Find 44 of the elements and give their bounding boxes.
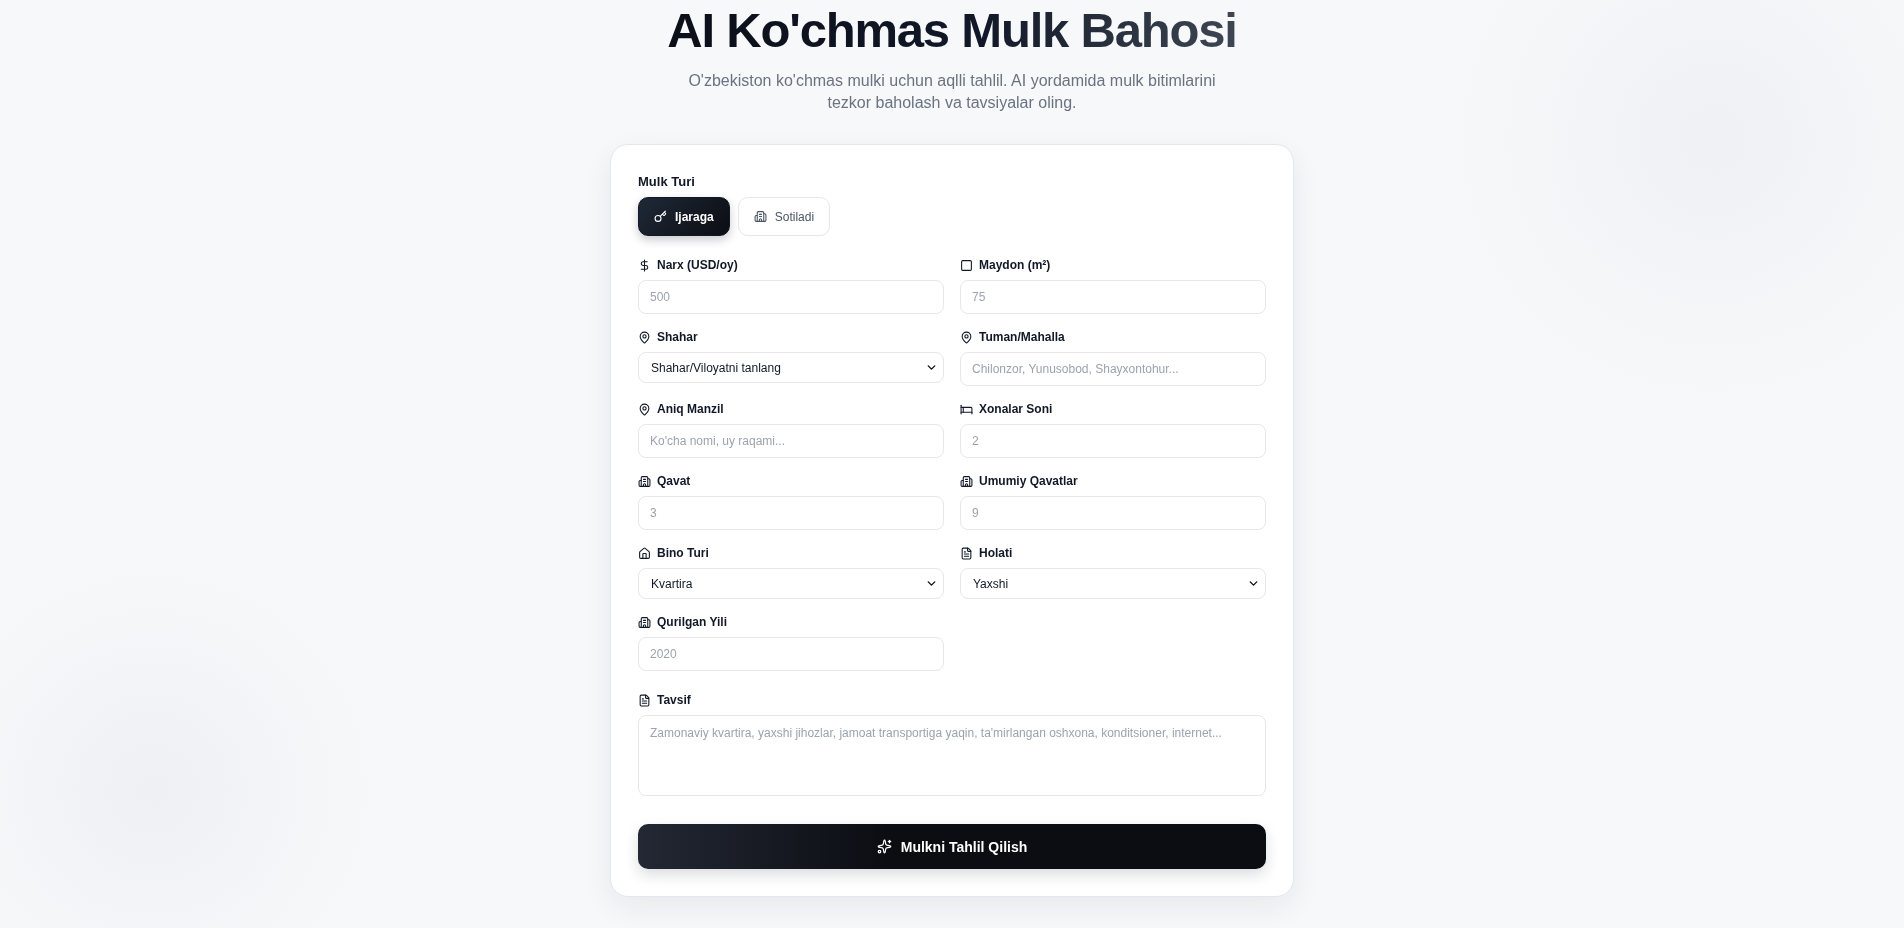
input-field[interactable]: 500 xyxy=(638,280,944,314)
page-subtitle: O'zbekiston ko'chmas mulki uchun aqlli tahlil. AI yordamida mulk bitimlarini tezkor baholash va tavsiyalar oling. xyxy=(687,71,1217,113)
dollar-icon xyxy=(638,258,651,272)
building-icon xyxy=(638,615,651,629)
field-label: Bino Turi xyxy=(657,545,709,561)
square-icon xyxy=(960,258,973,272)
field-label: Tavsif xyxy=(657,692,691,708)
property-type-button[interactable]: Ijaraga xyxy=(638,197,730,236)
field-label: Qavat xyxy=(657,473,691,489)
input-field[interactable]: 3 xyxy=(638,496,944,530)
input-field[interactable]: 2020 xyxy=(638,637,944,671)
map-pin-icon xyxy=(638,402,651,416)
field-label: Holati xyxy=(979,545,1013,561)
input-field[interactable]: 2 xyxy=(960,424,1266,458)
document-icon xyxy=(638,693,651,707)
section-label: Mulk Turi xyxy=(638,174,695,190)
sparkles-icon xyxy=(876,839,892,854)
bed-icon xyxy=(960,402,973,416)
field-label: Tuman/Mahalla xyxy=(979,329,1065,345)
field-label: Shahar xyxy=(657,329,698,345)
input-field[interactable]: 75 xyxy=(960,280,1266,314)
description-textarea[interactable]: Zamonaviy kvartira, yaxshi jihozlar, jamoat transportiga yaqin, ta'mirlangan oshxona, konditsioner, internet... xyxy=(638,715,1266,796)
input-field[interactable]: Ko'cha nomi, uy raqami... xyxy=(638,424,944,458)
dropdown-select[interactable]: Yaxshi xyxy=(960,568,1266,599)
map-pin-icon xyxy=(638,330,651,344)
key-icon xyxy=(654,210,667,223)
input-field[interactable]: 9 xyxy=(960,496,1266,530)
input-field[interactable]: Chilonzor, Yunusobod, Shayxontohur... xyxy=(960,352,1266,386)
house-icon xyxy=(638,546,651,560)
map-pin-icon xyxy=(960,330,973,344)
document-icon xyxy=(960,546,973,560)
field-label: Qurilgan Yili xyxy=(657,614,727,630)
field-label: Maydon (m²) xyxy=(979,257,1051,273)
field-label: Umumiy Qavatlar xyxy=(979,473,1078,489)
dropdown-select[interactable]: Shahar/Viloyatni tanlang xyxy=(638,352,944,383)
building-icon xyxy=(753,210,767,223)
field-label: Xonalar Soni xyxy=(979,401,1053,417)
building-icon xyxy=(960,474,973,488)
field-label: Narx (USD/oy) xyxy=(657,257,738,273)
building-icon xyxy=(638,474,651,488)
property-type-button[interactable]: Sotiladi xyxy=(737,197,831,236)
field-label: Aniq Manzil xyxy=(657,401,724,417)
dropdown-select[interactable]: Kvartira xyxy=(638,568,944,599)
analyze-button[interactable]: Mulkni Tahlil Qilish xyxy=(638,824,1266,869)
